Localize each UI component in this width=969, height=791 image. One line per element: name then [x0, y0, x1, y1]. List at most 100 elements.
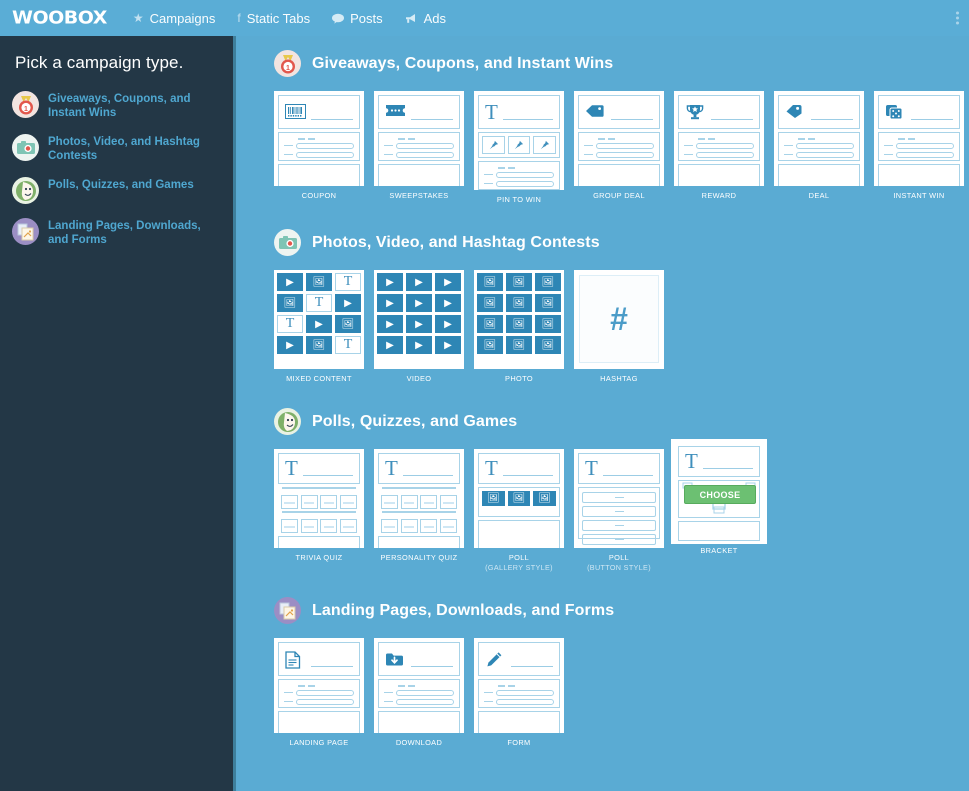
preview-title-line: [702, 459, 753, 469]
video-tile: ▶: [406, 315, 432, 333]
preview-hero: [378, 642, 460, 676]
campaign-card-sweepstakes[interactable]: SWEEPSTAKES: [374, 91, 464, 205]
preview-title-line: [311, 110, 353, 120]
campaign-card-hashtag[interactable]: # HASHTAG: [574, 270, 664, 384]
campaign-card-personality-quiz[interactable]: T PERSONALITY QUIZ: [374, 449, 464, 563]
nav-item-campaigns[interactable]: ★ Campaigns: [133, 11, 216, 26]
text-icon: T: [385, 456, 398, 480]
preview-title-line: [411, 657, 453, 667]
preview-field: [584, 142, 654, 149]
preview-hero: [678, 95, 760, 129]
preview-field: [484, 171, 554, 178]
preview-title-line: [511, 657, 553, 667]
preview-form: [578, 132, 660, 161]
answer-tile: [300, 519, 318, 533]
pencil-icon: [485, 651, 506, 668]
photo-tile: 🖼: [477, 273, 503, 291]
sidebar-item-label: Landing Pages, Downloads, and Forms: [48, 220, 201, 246]
kebab-menu-icon[interactable]: [956, 11, 959, 25]
page-body: Pick a campaign type. 1 Giveaways, Coupo…: [0, 36, 969, 791]
card-preview: 🖼 🖼 🖼 🖼 🖼 🖼 🖼 🖼 🖼 🖼 🖼 🖼: [474, 270, 564, 369]
nav-item-static-tabs[interactable]: f Static Tabs: [237, 11, 310, 26]
campaign-card-reward[interactable]: REWARD: [674, 91, 764, 205]
campaign-card-pin-to-win[interactable]: T PIN TO WIN: [474, 91, 564, 205]
photo-tile: 🖼: [477, 315, 503, 333]
nav-item-ads[interactable]: Ads: [405, 11, 446, 26]
preview-footer: [478, 711, 560, 733]
pin-icon: [482, 136, 505, 154]
preview-hero: T: [678, 446, 760, 477]
preview-field: [484, 689, 554, 696]
text-icon: T: [285, 456, 298, 480]
video-grid-icon: ▶ ▶ ▶ ▶ ▶ ▶ ▶ ▶ ▶ ▶ ▶ ▶: [377, 273, 461, 354]
preview-form: [478, 161, 560, 190]
campaign-card-poll-gallery[interactable]: T 🖼 🖼 🖼 POLL (GALLERY STYLE): [474, 449, 564, 573]
campaign-card-group-deal[interactable]: GROUP DEAL: [574, 91, 664, 205]
section-landing-pages: Landing Pages, Downloads, and Forms LAND…: [274, 597, 969, 748]
mask-icon: [274, 408, 301, 435]
campaign-card-coupon[interactable]: COUPON: [274, 91, 364, 205]
video-tile: ▶: [306, 315, 332, 333]
campaign-card-video[interactable]: ▶ ▶ ▶ ▶ ▶ ▶ ▶ ▶ ▶ ▶ ▶ ▶ VIDEO: [374, 270, 464, 384]
preview-divider: [282, 487, 356, 489]
photo-tile: 🖼: [506, 294, 532, 312]
card-label: REWARD: [701, 191, 737, 200]
preview-footer: [378, 164, 460, 186]
preview-dashes: [298, 685, 354, 687]
sidebar-item-giveaways[interactable]: 1 Giveaways, Coupons, and Instant Wins: [12, 91, 219, 120]
document-icon: [285, 650, 306, 669]
sidebar-item-polls[interactable]: Polls, Quizzes, and Games: [12, 177, 219, 204]
preview-title-line: [411, 110, 453, 120]
sidebar-item-photos[interactable]: Photos, Video, and Hashtag Contests: [12, 134, 219, 163]
campaign-card-trivia-quiz[interactable]: T TRIVIA QUIZ: [274, 449, 364, 563]
star-icon: ★: [132, 11, 144, 25]
section-polls: Polls, Quizzes, and Games T TRIVIA QUIZ …: [274, 408, 969, 573]
mixed-grid-icon: ▶ 🖼 T 🖼 T ▶ T ▶ 🖼 ▶ 🖼 T: [277, 273, 361, 354]
camera-icon: [274, 229, 301, 256]
preview-footer: [378, 711, 460, 733]
sidebar-title: Pick a campaign type.: [15, 53, 184, 72]
answer-tile: [339, 519, 357, 533]
answer-tile: [320, 519, 338, 533]
card-preview: [474, 638, 564, 733]
campaign-card-poll-button[interactable]: T POLL (BUTTON STYLE): [574, 449, 664, 573]
sidebar-item-label: Photos, Video, and Hashtag Contests: [48, 136, 200, 162]
campaign-card-landing-page[interactable]: LANDING PAGE: [274, 638, 364, 748]
photo-tile: 🖼: [533, 491, 556, 506]
preview-dashes: [498, 167, 554, 169]
answer-tile: [300, 495, 318, 509]
woobox-logo[interactable]: WOOBOX: [12, 8, 107, 29]
campaign-card-mixed-content[interactable]: ▶ 🖼 T 🖼 T ▶ T ▶ 🖼 ▶ 🖼 T MIXED CONTENT: [274, 270, 364, 384]
photo-tile: 🖼: [507, 491, 531, 506]
answer-tile: [400, 495, 418, 509]
card-label: PIN TO WIN: [496, 195, 542, 204]
text-icon: T: [485, 456, 498, 480]
kebab-dot: [956, 21, 959, 25]
preview-field: [284, 698, 354, 705]
preview-footer: [578, 164, 660, 186]
nav-label-static-tabs: Static Tabs: [246, 10, 311, 26]
preview-hero: [378, 95, 460, 129]
preview-footer: [478, 520, 560, 548]
nav-item-posts[interactable]: Posts: [332, 11, 383, 26]
campaign-card-form[interactable]: FORM: [474, 638, 564, 748]
campaign-card-instant-win[interactable]: INSTANT WIN: [874, 91, 964, 205]
section-header: 1 Giveaways, Coupons, and Instant Wins: [274, 50, 969, 77]
campaign-card-deal[interactable]: DEAL: [774, 91, 864, 205]
sidebar-item-landing-pages[interactable]: Landing Pages, Downloads, and Forms: [12, 218, 219, 247]
preview-footer: [378, 536, 460, 548]
tag-icon: [785, 104, 806, 121]
choose-button[interactable]: CHOOSE: [684, 485, 756, 504]
photo-tile: 🖼: [477, 294, 503, 312]
campaign-card-download[interactable]: DOWNLOAD: [374, 638, 464, 748]
campaign-card-bracket[interactable]: T CHOOSE BRACKET: [671, 439, 767, 556]
preview-field: [884, 151, 954, 158]
preview-hero: [478, 642, 560, 676]
card-label: COUPON: [301, 191, 337, 200]
campaign-card-photo[interactable]: 🖼 🖼 🖼 🖼 🖼 🖼 🖼 🖼 🖼 🖼 🖼 🖼 PHOTO: [474, 270, 564, 384]
card-row: COUPON SWEEPSTAKES T PIN TO WIN GROUP DE…: [274, 91, 969, 205]
preview-field: [784, 142, 854, 149]
download-icon: [385, 651, 406, 668]
preview-divider: [382, 511, 456, 513]
card-preview: [274, 91, 364, 186]
